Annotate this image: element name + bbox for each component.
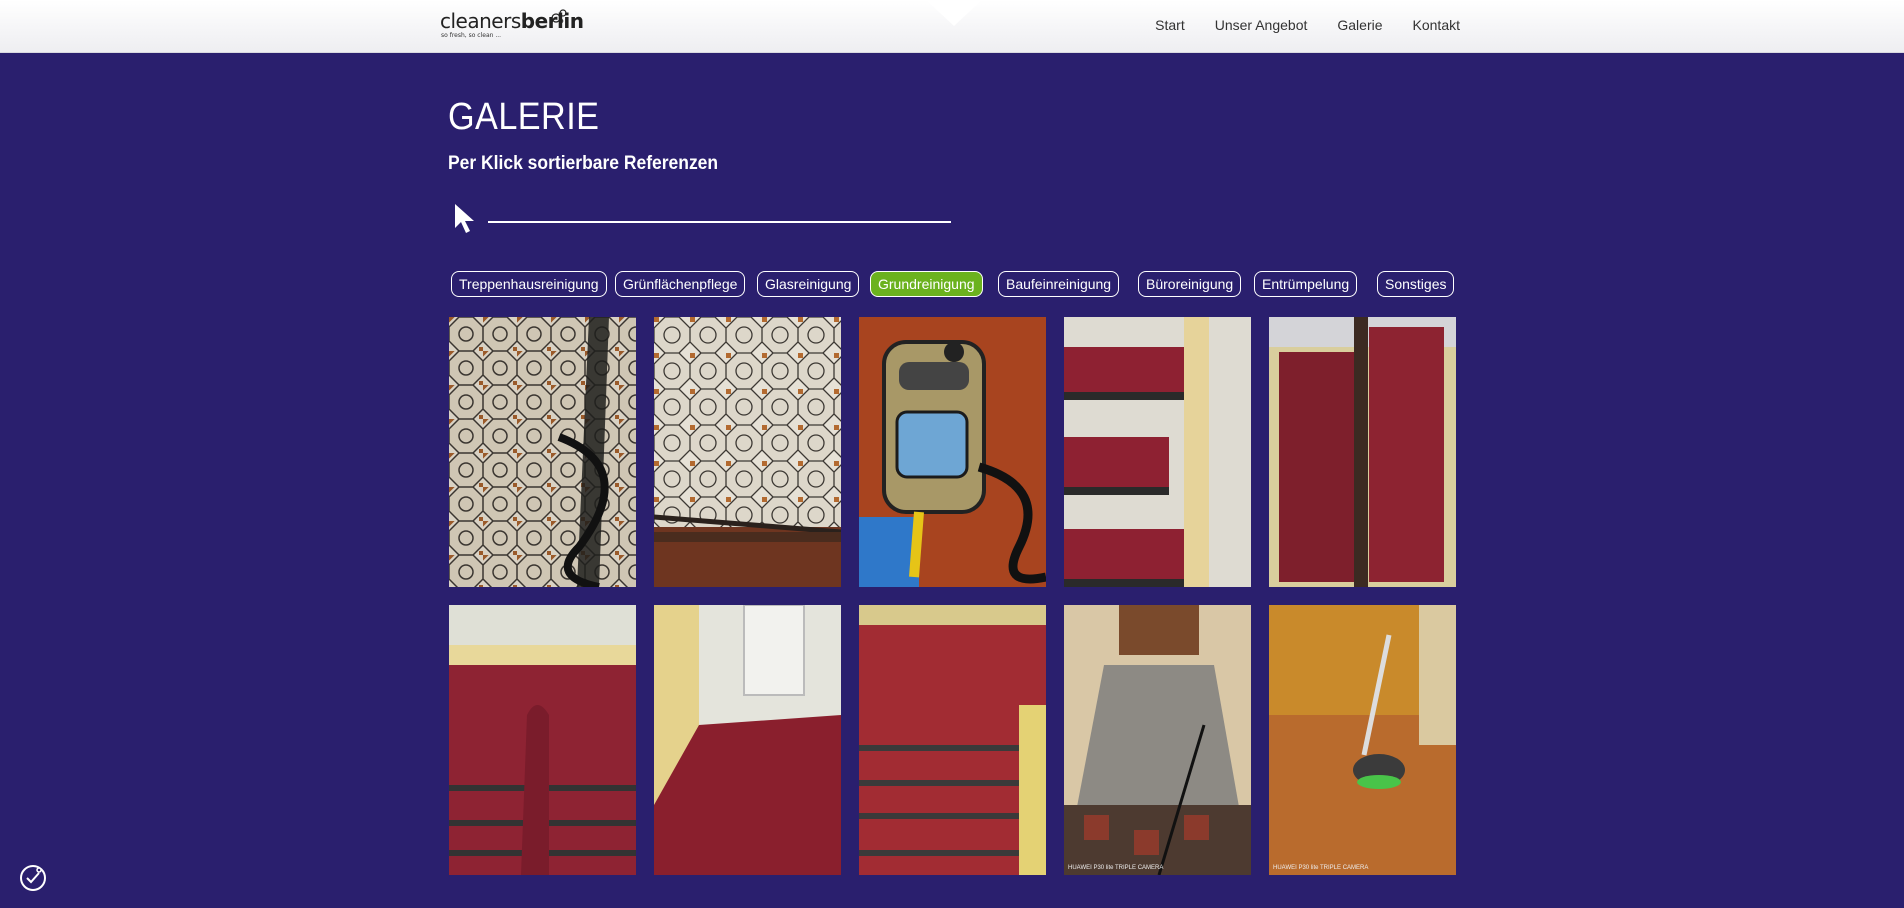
gallery-image-6[interactable]	[449, 605, 636, 875]
gallery-image-2[interactable]	[654, 317, 841, 587]
gallery-image-4[interactable]	[1064, 317, 1251, 587]
page-title: GALERIE	[448, 96, 600, 138]
main-nav: Start Unser Angebot Galerie Kontakt	[1155, 17, 1460, 33]
tile-floor-photo-1	[449, 317, 636, 587]
nav-galerie[interactable]: Galerie	[1337, 17, 1382, 33]
red-stairs-photo-3	[859, 605, 1046, 875]
bubbles-icon	[551, 9, 567, 24]
camera-watermark: HUAWEI P30 lite TRIPLE CAMERA	[1068, 865, 1164, 871]
filter-sonstiges[interactable]: Sonstiges	[1377, 271, 1455, 297]
logo[interactable]: cleanersberlin so fresh, so clean ...	[440, 9, 584, 40]
red-floor-photo	[654, 605, 841, 875]
gallery-image-7[interactable]	[654, 605, 841, 875]
gallery-image-1[interactable]	[449, 317, 636, 587]
floor-machine-photo	[1269, 605, 1456, 875]
gallery-image-10[interactable]: HUAWEI P30 lite TRIPLE CAMERA	[1269, 605, 1456, 875]
filter-grundreinigung[interactable]: Grundreinigung	[870, 271, 983, 297]
nav-unser-angebot[interactable]: Unser Angebot	[1215, 17, 1308, 33]
hallway-floor-photo	[1064, 605, 1251, 875]
nav-start[interactable]: Start	[1155, 17, 1185, 33]
cursor-icon	[455, 204, 474, 233]
filter-baufeinreinigung[interactable]: Baufeinreinigung	[998, 271, 1120, 297]
cookie-settings-icon[interactable]	[19, 864, 47, 892]
camera-watermark: HUAWEI P30 lite TRIPLE CAMERA	[1273, 865, 1369, 871]
gallery-image-3[interactable]	[859, 317, 1046, 587]
gallery-image-8[interactable]	[859, 605, 1046, 875]
divider-line	[488, 221, 951, 223]
red-stairs-photo-2	[1269, 317, 1456, 587]
filter-entruempelung[interactable]: Entrümpelung	[1254, 271, 1358, 297]
red-stairs-photo-1	[1064, 317, 1251, 587]
logo-tagline: so fresh, so clean ...	[441, 32, 502, 39]
red-staircase-photo	[449, 605, 636, 875]
filter-treppenhausreinigung[interactable]: Treppenhausreinigung	[451, 271, 607, 297]
steam-cleaner-photo	[859, 317, 1046, 587]
tile-floor-photo-2	[654, 317, 841, 587]
filter-glasreinigung[interactable]: Glasreinigung	[757, 271, 860, 297]
gallery-image-9[interactable]: HUAWEI P30 lite TRIPLE CAMERA	[1064, 605, 1251, 875]
nav-notch	[926, 0, 982, 26]
top-navigation-bar: cleanersberlin so fresh, so clean ... St…	[0, 0, 1904, 53]
gallery-image-5[interactable]	[1269, 317, 1456, 587]
filter-bueroreinigung[interactable]: Büroreinigung	[1138, 271, 1242, 297]
nav-kontakt[interactable]: Kontakt	[1413, 17, 1460, 33]
page-subtitle: Per Klick sortierbare Referenzen	[448, 153, 719, 174]
filter-gruenflaechenpflege[interactable]: Grünflächenpflege	[615, 271, 746, 297]
